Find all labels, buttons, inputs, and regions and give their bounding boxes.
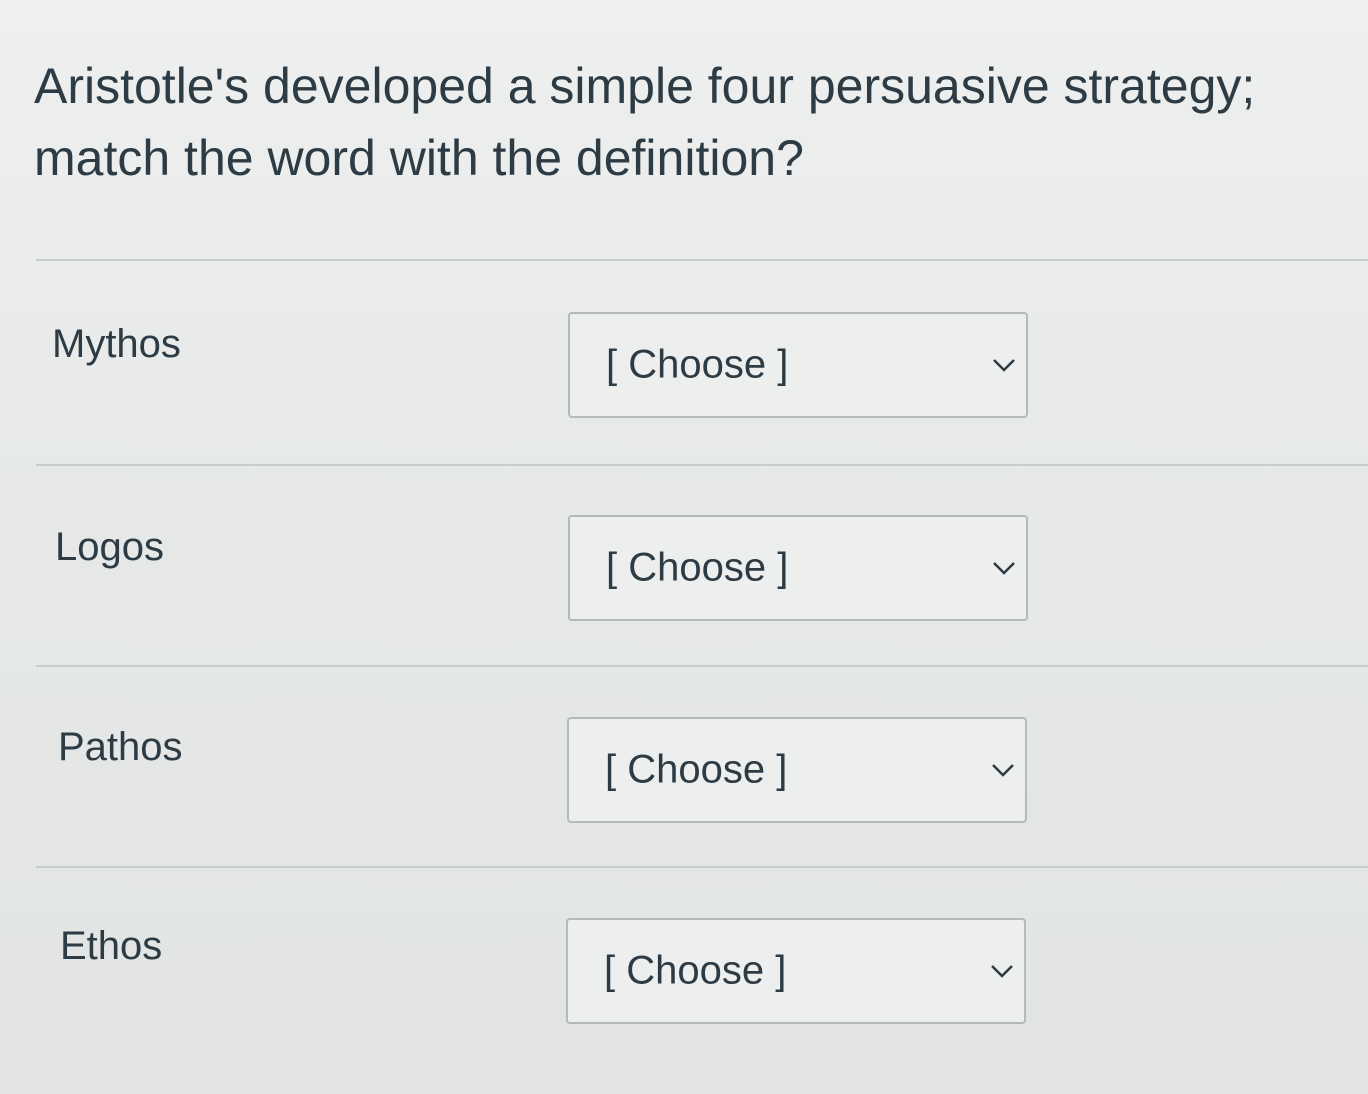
chevron-down-icon: [991, 965, 1013, 978]
match-select-dropdown[interactable]: [ Choose ]: [567, 717, 1027, 823]
chevron-down-icon: [992, 764, 1014, 777]
select-value: [ Choose ]: [606, 342, 789, 387]
match-term-label: Pathos: [58, 725, 183, 769]
match-select-dropdown[interactable]: [ Choose ]: [566, 918, 1026, 1024]
select-value: [ Choose ]: [606, 545, 789, 590]
match-term-label: Ethos: [60, 924, 163, 968]
match-select-dropdown[interactable]: [ Choose ]: [568, 312, 1028, 418]
select-value: [ Choose ]: [604, 948, 787, 993]
divider: [36, 464, 1368, 466]
divider: [36, 259, 1368, 261]
question-text: Aristotle's developed a simple four pers…: [34, 58, 1256, 186]
match-term-label: Mythos: [52, 322, 181, 366]
chevron-down-icon: [993, 359, 1015, 372]
match-term-label: Logos: [55, 525, 164, 569]
divider: [36, 866, 1368, 868]
match-select-dropdown[interactable]: [ Choose ]: [568, 515, 1028, 621]
divider: [36, 665, 1368, 667]
chevron-down-icon: [993, 562, 1015, 575]
select-value: [ Choose ]: [605, 747, 788, 792]
